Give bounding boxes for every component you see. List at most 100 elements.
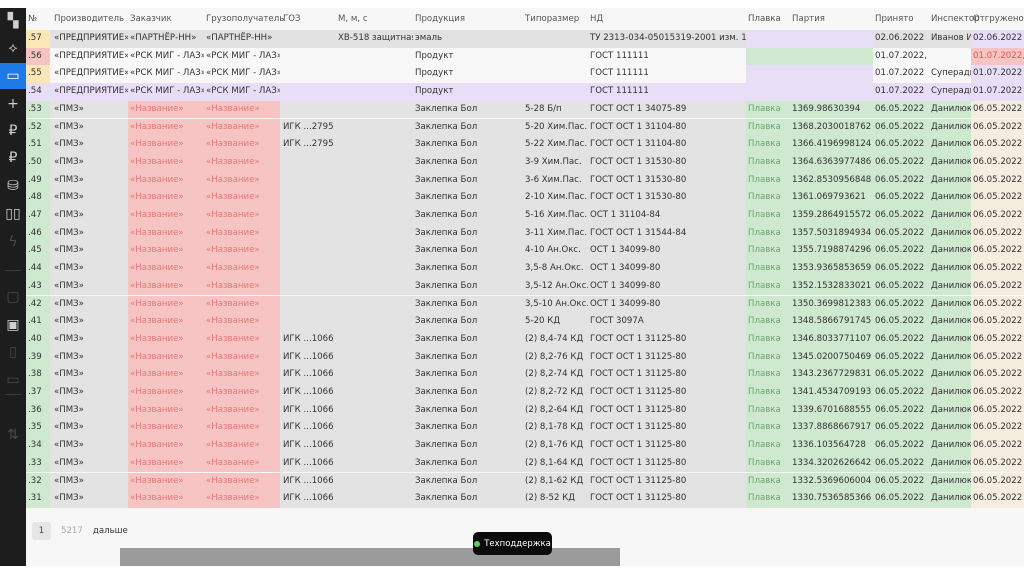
- cell-shipped: 06.05.2022: [971, 153, 1024, 172]
- table-row[interactable]: .39 «ПМЗ» «Название» «Название» ИГК ...1066 З…: [26, 348, 1024, 367]
- cell-size: 2-10 Хим.Пас.: [525, 192, 588, 203]
- support-button[interactable]: Техподдержка: [473, 532, 552, 555]
- table-row[interactable]: .40 «ПМЗ» «Название» «Название» ИГК ...1066 З…: [26, 330, 1024, 349]
- column-header-accepted[interactable]: Принято: [875, 14, 914, 24]
- sidebar-item[interactable]: ⇅: [0, 422, 26, 448]
- cell-nd: ТУ 2313-034-05015319-2001 изм. 1: [590, 33, 746, 43]
- cell-consignee: «Название»: [204, 153, 280, 172]
- page-1-button[interactable]: 1: [32, 522, 51, 540]
- column-header-size[interactable]: Типоразмер: [525, 14, 579, 24]
- table-row[interactable]: .46 «ПМЗ» «Название» «Название» Заклепка Бол…: [26, 224, 1024, 243]
- cell-goz: ИГК ...1066: [283, 387, 334, 397]
- table-row[interactable]: .56 «ПРЕДПРИЯТИЕ» «РСК МИГ - ЛАЗ» «РСК МИГ …: [26, 47, 1024, 66]
- cell-consignee: «Название»: [204, 242, 280, 261]
- table-row[interactable]: .48 «ПМЗ» «Название» «Название» Заклепка Бол…: [26, 189, 1024, 207]
- column-header-number[interactable]: №: [28, 14, 37, 24]
- sidebar-item[interactable]: ϟ: [0, 229, 26, 255]
- sidebar-item[interactable]: ₽: [0, 118, 26, 144]
- table-row[interactable]: .50 «ПМЗ» «Название» «Название» Заклепка Бол…: [26, 153, 1024, 172]
- table-row[interactable]: .42 «ПМЗ» «Название» «Название» Заклепка Бол…: [26, 295, 1024, 314]
- cell-inspector: [929, 48, 971, 66]
- column-header-producer[interactable]: Производитель: [54, 14, 124, 24]
- cell-melt: Плавка: [746, 242, 790, 261]
- table-row[interactable]: .32 «ПМЗ» «Название» «Название» ИГК ...1066 З…: [26, 472, 1024, 491]
- cell-melt: Плавка: [746, 437, 790, 455]
- cell-product: Заклепка Бол: [415, 440, 478, 451]
- cell-inspector: Данилюк: [929, 295, 971, 314]
- cell-mms: [336, 48, 413, 66]
- cell-producer: «ПМЗ»: [54, 210, 84, 220]
- cell-mms: [336, 101, 413, 119]
- table-row[interactable]: .45 «ПМЗ» «Название» «Название» Заклепка Бол…: [26, 242, 1024, 261]
- column-header-nd[interactable]: НД: [590, 14, 603, 24]
- table-row[interactable]: .54 «ПРЕДПРИЯТИЕ» «РСК МИГ - ЛАЗ» «РСК МИГ …: [26, 83, 1024, 101]
- column-header-goz[interactable]: ГОЗ: [283, 14, 301, 24]
- column-header-melt[interactable]: Плавка: [748, 14, 781, 24]
- cell-accepted: 06.05.2022: [873, 224, 929, 243]
- cell-producer: «ПМЗ»: [54, 333, 84, 344]
- cell-inspector: Данилюк: [929, 136, 971, 154]
- table-row[interactable]: .49 «ПМЗ» «Название» «Название» Заклепка Бол…: [26, 171, 1024, 190]
- table-row[interactable]: .55 «ПРЕДПРИЯТИЕ» «РСК МИГ - ЛАЗ» «РСК МИГ …: [26, 65, 1024, 84]
- table-row[interactable]: .38 «ПМЗ» «Название» «Название» ИГК ...1066 З…: [26, 366, 1024, 384]
- column-header-mms[interactable]: М, м, с: [338, 14, 368, 24]
- sidebar-item[interactable]: ⟡: [0, 35, 26, 61]
- table-row[interactable]: .52 «ПМЗ» «Название» «Название» ИГК ...2795 З…: [26, 118, 1024, 137]
- cell-customer: «Название»: [128, 189, 204, 207]
- sidebar-item[interactable]: ▭: [0, 367, 26, 393]
- table-row[interactable]: .51 «ПМЗ» «Название» «Название» ИГК ...2795 З…: [26, 136, 1024, 154]
- cell-consignee: «Название»: [204, 313, 280, 331]
- cell-melt: Плавка: [746, 100, 790, 119]
- cell-batch: 1362.8530956848: [790, 171, 873, 190]
- table-row[interactable]: .43 «ПМЗ» «Название» «Название» Заклепка Бол…: [26, 277, 1024, 296]
- table-row[interactable]: .36 «ПМЗ» «Название» «Название» ИГК ...1066 З…: [26, 401, 1024, 420]
- column-header-batch[interactable]: Партия: [792, 14, 825, 24]
- sidebar-item[interactable]: ▢: [0, 284, 26, 310]
- cell-nd: ОСТ 1 34099-80: [590, 280, 661, 291]
- cell-customer: «Название»: [128, 295, 204, 314]
- column-header-shipped[interactable]: Отгружено: [973, 14, 1024, 24]
- column-header-product[interactable]: Продукция: [415, 14, 465, 24]
- cell-product: Заклепка Бол: [415, 139, 478, 150]
- table-row[interactable]: .44 «ПМЗ» «Название» «Название» Заклепка Бол…: [26, 260, 1024, 278]
- sidebar-item[interactable]: ₽: [0, 145, 26, 171]
- table-row[interactable]: .41 «ПМЗ» «Название» «Название» Заклепка Бол…: [26, 313, 1024, 331]
- cell-inspector: Данилюк: [929, 207, 971, 225]
- cell-nd: ГОСТ 111111: [590, 86, 649, 97]
- cell-customer: «Название»: [128, 260, 204, 278]
- cell-consignee: «Название»: [204, 118, 280, 137]
- table-row[interactable]: .31 «ПМЗ» «Название» «Название» ИГК ...1066 З…: [26, 490, 1024, 508]
- cell-number: .31: [26, 490, 50, 508]
- next-page-link[interactable]: дальше: [93, 526, 128, 536]
- sidebar-item[interactable]: ▯: [0, 339, 26, 365]
- sidebar-item[interactable]: +: [0, 91, 26, 117]
- cell-consignee: «РСК МИГ - ЛАЗ»: [206, 68, 280, 79]
- page-count[interactable]: 5217: [61, 526, 83, 536]
- sidebar-item[interactable]: ▚: [0, 8, 26, 34]
- sidebar-item[interactable]: ⛁: [0, 173, 26, 199]
- column-header-customer[interactable]: Заказчик: [130, 14, 172, 24]
- column-header-consignee[interactable]: Грузополучатель: [206, 14, 284, 24]
- table-row[interactable]: .34 «ПМЗ» «Название» «Название» ИГК ...1066 З…: [26, 437, 1024, 455]
- cell-size: (2) 8,2-74 КД: [525, 369, 584, 380]
- sidebar-item[interactable]: ▯▯: [0, 201, 26, 227]
- cell-nd: ГОСТ ОСТ 1 31125-80: [590, 457, 687, 468]
- table-row[interactable]: .47 «ПМЗ» «Название» «Название» Заклепка Бол…: [26, 207, 1024, 225]
- cell-batch: [790, 30, 873, 48]
- cell-accepted: 06.05.2022: [873, 384, 929, 402]
- cell-nd: ГОСТ ОСТ 1 31530-80: [590, 192, 687, 203]
- table-row[interactable]: .53 «ПМЗ» «Название» «Название» Заклепка Бол…: [26, 100, 1024, 119]
- table-row[interactable]: .37 «ПМЗ» «Название» «Название» ИГК ...1066 З…: [26, 384, 1024, 402]
- plus-icon: +: [7, 96, 19, 112]
- cell-number: .39: [26, 348, 50, 367]
- table-row[interactable]: .57 «ПРЕДПРИЯТИЕ» «ПАРТНЁР-НН» «ПАРТНЁР-НН»…: [26, 30, 1024, 48]
- sidebar-item[interactable]: ▭: [0, 63, 26, 89]
- cell-producer: «ПМЗ»: [54, 174, 84, 185]
- table-row[interactable]: .35 «ПМЗ» «Название» «Название» ИГК ...1066 З…: [26, 419, 1024, 438]
- cell-size: 3,5-12 Ан.Окс.: [525, 280, 588, 291]
- table-row[interactable]: .33 «ПМЗ» «Название» «Название» ИГК ...1066 З…: [26, 454, 1024, 473]
- cell-number: .41: [26, 313, 50, 331]
- sidebar-item[interactable]: ▣: [0, 312, 26, 338]
- cell-producer: «ПМЗ»: [54, 457, 84, 468]
- cell-mms: [336, 65, 413, 83]
